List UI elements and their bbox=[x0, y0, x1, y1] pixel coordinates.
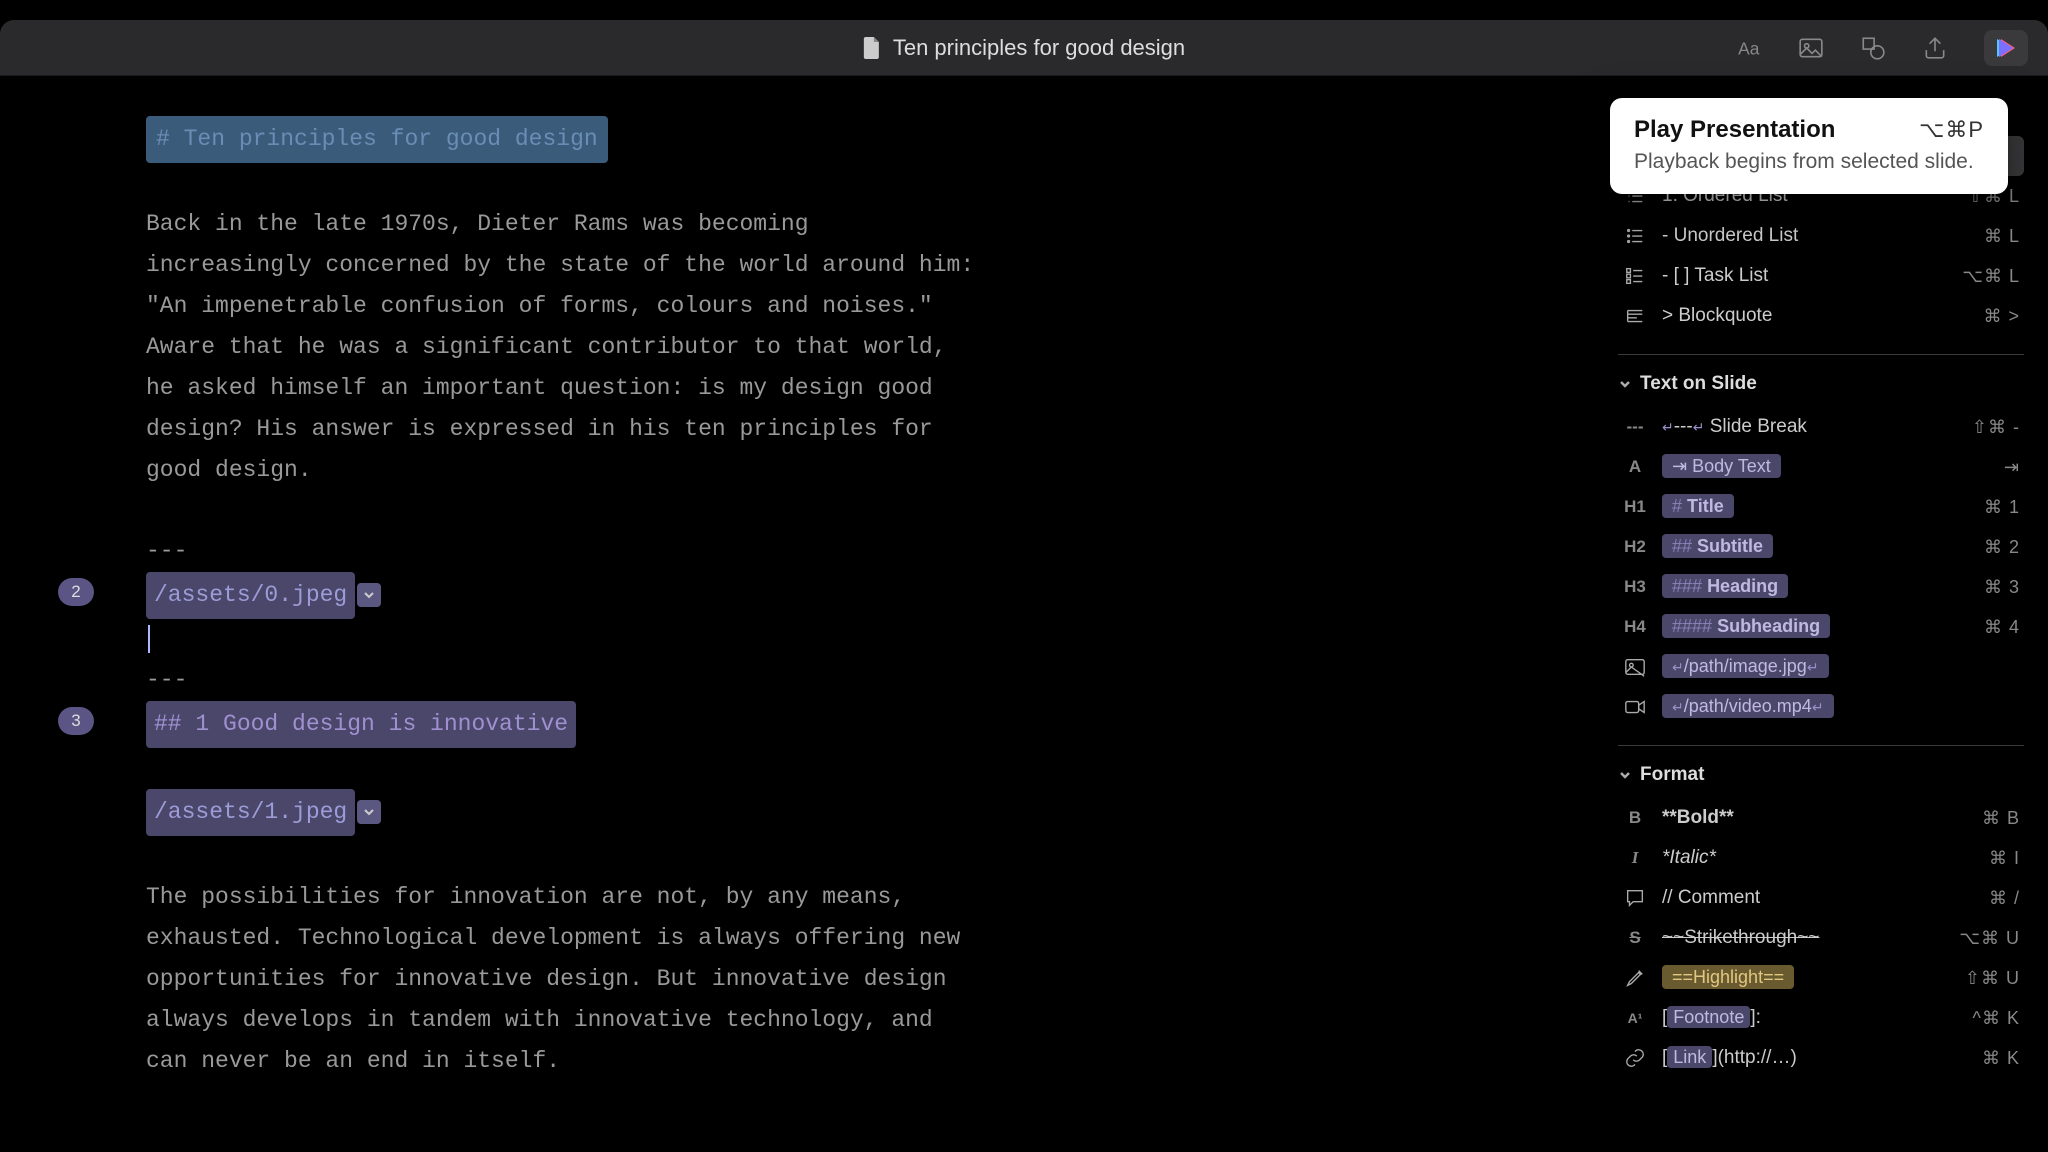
slide-break: --- bbox=[60, 660, 1598, 701]
sidebar-item-format[interactable]: I*Italic*⌘ I bbox=[1618, 838, 2024, 878]
sidebar-item-heading[interactable]: H2## Subtitle⌘ 2 bbox=[1618, 527, 2024, 567]
sidebar-item-body-text[interactable]: A ⇥ Body Text ⇥ bbox=[1618, 447, 2024, 487]
editor-subheading: ## 1 Good design is innovative bbox=[146, 701, 576, 748]
sidebar-item-format[interactable]: A¹[Footnote]:^⌘ K bbox=[1618, 998, 2024, 1038]
slide-number-badge[interactable]: 3 bbox=[58, 707, 94, 735]
chevron-down-icon[interactable] bbox=[357, 800, 381, 824]
sidebar-item-format[interactable]: // Comment⌘ / bbox=[1618, 878, 2024, 918]
slide-break: --- bbox=[60, 531, 1598, 572]
editor-text: "An impenetrable confusion of forms, col… bbox=[60, 286, 1598, 327]
sidebar-item-list[interactable]: - Unordered List⌘ L bbox=[1618, 216, 2024, 256]
shapes-icon[interactable] bbox=[1860, 35, 1886, 61]
image-icon bbox=[1624, 656, 1646, 678]
toolbar: Aa bbox=[1736, 30, 2028, 66]
sidebar-item-format[interactable]: ==Highlight==⇧⌘ U bbox=[1618, 958, 2024, 998]
asset-path[interactable]: /assets/1.jpeg bbox=[146, 789, 355, 836]
asset-path[interactable]: /assets/0.jpeg bbox=[146, 572, 355, 619]
tooltip-title: Play Presentation bbox=[1634, 116, 1835, 144]
sidebar-item-heading[interactable]: H1# Title⌘ 1 bbox=[1618, 487, 2024, 527]
slide-number-badge[interactable]: 2 bbox=[58, 578, 94, 606]
sidebar-item-video[interactable]: ↵/path/video.mp4↵ bbox=[1618, 687, 2024, 727]
editor-text: he asked himself an important question: … bbox=[60, 368, 1598, 409]
play-button[interactable] bbox=[1984, 30, 2028, 66]
sidebar-item-format[interactable]: [Link](http://…)⌘ K bbox=[1618, 1038, 2024, 1078]
highlight-icon bbox=[1624, 967, 1646, 989]
image-icon[interactable] bbox=[1798, 35, 1824, 61]
sidebar-item-image[interactable]: ↵/path/image.jpg↵ bbox=[1618, 647, 2024, 687]
chevron-down-icon bbox=[1618, 768, 1632, 782]
document-title: Ten principles for good design bbox=[893, 35, 1185, 61]
sidebar-item-heading[interactable]: H4#### Subheading⌘ 4 bbox=[1618, 607, 2024, 647]
editor-text: Aware that he was a significant contribu… bbox=[60, 327, 1598, 368]
tooltip-shortcut: ⌥⌘P bbox=[1919, 117, 1984, 143]
section-header-format[interactable]: Format bbox=[1618, 764, 2024, 786]
sidebar-item-format[interactable]: S~~Strikethrough~~⌥⌘ U bbox=[1618, 918, 2024, 958]
editor-text: exhausted. Technological development is … bbox=[60, 918, 1598, 959]
editor-text: always develops in tandem with innovativ… bbox=[60, 1000, 1598, 1041]
section-header-text-on-slide[interactable]: Text on Slide bbox=[1618, 373, 2024, 395]
document-icon bbox=[863, 37, 881, 59]
chevron-down-icon[interactable] bbox=[357, 583, 381, 607]
list-icon bbox=[1622, 265, 1648, 287]
sidebar-item-format[interactable]: B**Bold**⌘ B bbox=[1618, 798, 2024, 838]
list-icon bbox=[1622, 225, 1648, 247]
text-style-icon[interactable]: Aa bbox=[1736, 35, 1762, 61]
link-icon bbox=[1624, 1047, 1646, 1069]
titlebar: Ten principles for good design Aa bbox=[0, 20, 2048, 76]
comment-icon bbox=[1624, 887, 1646, 909]
list-icon bbox=[1622, 305, 1648, 327]
editor-heading: # Ten principles for good design bbox=[146, 116, 608, 163]
editor-text: design? His answer is expressed in his t… bbox=[60, 409, 1598, 450]
share-icon[interactable] bbox=[1922, 35, 1948, 61]
sidebar-item-list[interactable]: - [ ] Task List⌥⌘ L bbox=[1618, 256, 2024, 296]
play-icon bbox=[1999, 39, 2013, 57]
text-cursor bbox=[148, 625, 150, 653]
editor[interactable]: # Ten principles for good design Back in… bbox=[0, 76, 1598, 1132]
sidebar-item-heading[interactable]: H3### Heading⌘ 3 bbox=[1618, 567, 2024, 607]
editor-text: opportunities for innovative design. But… bbox=[60, 959, 1598, 1000]
editor-text: can never be an end in itself. bbox=[60, 1041, 1598, 1082]
sidebar-item-list[interactable]: > Blockquote⌘ > bbox=[1618, 296, 2024, 336]
play-tooltip: Play Presentation ⌥⌘P Playback begins fr… bbox=[1610, 98, 2008, 194]
svg-text:Aa: Aa bbox=[1738, 38, 1760, 58]
editor-text: increasingly concerned by the state of t… bbox=[60, 245, 1598, 286]
tooltip-description: Playback begins from selected slide. bbox=[1634, 148, 1984, 176]
video-icon bbox=[1624, 696, 1646, 718]
chevron-down-icon bbox=[1618, 377, 1632, 391]
editor-text: good design. bbox=[60, 450, 1598, 491]
sidebar: Sp 1. Ordered List⇧⌘ L- Unordered List⌘ … bbox=[1598, 76, 2048, 1132]
sidebar-item-slide-break[interactable]: --- ↵---↵ Slide Break ⇧⌘ - bbox=[1618, 407, 2024, 447]
editor-text: Back in the late 1970s, Dieter Rams was … bbox=[60, 204, 1598, 245]
document-title-group: Ten principles for good design bbox=[863, 35, 1185, 61]
editor-text: The possibilities for innovation are not… bbox=[60, 877, 1598, 918]
